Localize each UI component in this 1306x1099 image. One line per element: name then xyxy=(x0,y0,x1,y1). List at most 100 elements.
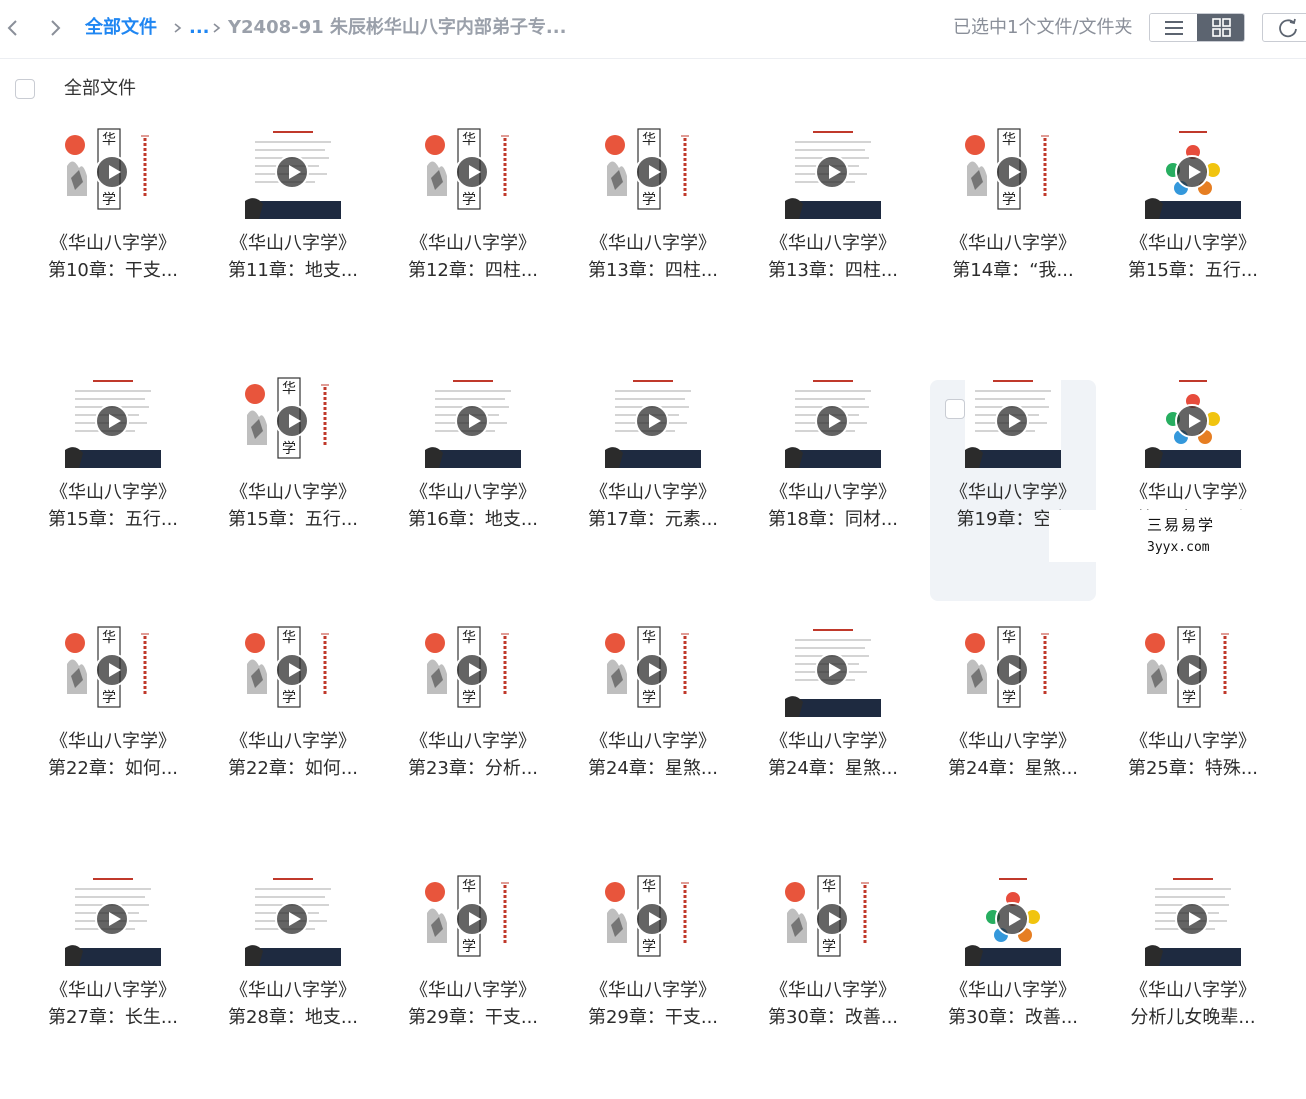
file-item[interactable]: 《华山八字学》 第19章：空亡 xyxy=(930,375,1096,601)
file-name-line2: 第22章：如何... xyxy=(47,758,179,779)
file-item[interactable]: 华学《华山八字学》 第14章：“我... xyxy=(930,126,1096,352)
file-name-line2: 第18章：同材... xyxy=(767,509,899,530)
file-name-line1: 《华山八字学》 xyxy=(770,731,896,752)
play-icon xyxy=(635,155,669,189)
file-item[interactable]: 华学《华山八字学》 第30章：改善... xyxy=(750,873,916,1099)
play-icon xyxy=(995,404,1029,438)
file-name-line1: 《华山八字学》 xyxy=(1130,482,1256,503)
refresh-button[interactable] xyxy=(1262,13,1306,42)
file-item[interactable]: 《华山八字学》 第15章：五行... xyxy=(30,375,196,601)
video-thumbnail: 华学 xyxy=(605,126,701,219)
file-name-line1: 《华山八字学》 xyxy=(230,731,356,752)
file-item[interactable]: 华学《华山八字学》 第24章：星煞... xyxy=(930,624,1096,850)
file-name-line1: 《华山八字学》 xyxy=(50,482,176,503)
file-name-line1: 《华山八字学》 xyxy=(50,731,176,752)
file-name-line2: 第15章：五行... xyxy=(227,509,359,530)
file-name-line2: 第24章：星煞... xyxy=(587,758,719,779)
play-icon xyxy=(95,155,129,189)
file-item[interactable]: 华学《华山八字学》 第12章：四柱... xyxy=(390,126,556,352)
file-name-line2: 第13章：四柱... xyxy=(767,260,899,281)
file-name-line1: 《华山八字学》 xyxy=(230,482,356,503)
video-thumbnail: 华学 xyxy=(245,624,341,717)
svg-text:学: 学 xyxy=(1182,690,1196,706)
video-thumbnail xyxy=(785,624,881,717)
file-name-line1: 《华山八字学》 xyxy=(410,233,536,254)
play-icon xyxy=(815,902,849,936)
svg-text:华: 华 xyxy=(642,132,656,148)
svg-text:华: 华 xyxy=(282,381,296,397)
video-thumbnail: 华学 xyxy=(65,126,161,219)
refresh-icon xyxy=(1279,18,1297,38)
file-name-line2: 第30章：改善... xyxy=(947,1007,1079,1028)
video-thumbnail xyxy=(245,873,341,966)
file-item[interactable]: 《华山八字学》 第27章：长生... xyxy=(30,873,196,1099)
file-item[interactable]: 《华山八字学》 第28章：地支... xyxy=(210,873,376,1099)
svg-text:学: 学 xyxy=(282,441,296,457)
file-name-line1: 《华山八字学》 xyxy=(230,233,356,254)
list-view-button[interactable] xyxy=(1150,14,1198,41)
file-item[interactable]: 《华山八字学》 第17章：元素... xyxy=(570,375,736,601)
file-name-line1: 《华山八字学》 xyxy=(590,731,716,752)
file-item[interactable]: 《华山八字学》 分析儿女晚辈... xyxy=(1110,873,1276,1099)
file-name-line1: 《华山八字学》 xyxy=(950,980,1076,1001)
file-item[interactable]: 华学《华山八字学》 第29章：干支... xyxy=(390,873,556,1099)
video-thumbnail xyxy=(1145,375,1241,468)
file-item[interactable]: 华学《华山八字学》 第15章：五行... xyxy=(210,375,376,601)
file-name-line2: 第16章：地支... xyxy=(407,509,539,530)
svg-text:华: 华 xyxy=(642,630,656,646)
play-icon xyxy=(995,155,1029,189)
file-item[interactable]: 华学《华山八字学》 第22章：如何... xyxy=(210,624,376,850)
svg-text:华: 华 xyxy=(282,630,296,646)
file-name-line1: 《华山八字学》 xyxy=(1130,233,1256,254)
file-item[interactable]: 华学《华山八字学》 第24章：星煞... xyxy=(570,624,736,850)
file-item[interactable]: 华学《华山八字学》 第25章：特殊... xyxy=(1110,624,1276,850)
file-item[interactable]: 《华山八字学》 第18章：同材... xyxy=(750,375,916,601)
file-item[interactable]: 《华山八字学》 第15章：五行... xyxy=(1110,126,1276,352)
play-icon xyxy=(95,404,129,438)
select-all-checkbox[interactable] xyxy=(15,79,35,99)
video-thumbnail xyxy=(1145,126,1241,219)
forward-button[interactable] xyxy=(45,16,65,40)
video-thumbnail xyxy=(785,375,881,468)
file-name-line1: 《华山八字学》 xyxy=(410,482,536,503)
file-item[interactable]: 《华山八字学》第20章：三合 xyxy=(1110,375,1276,601)
file-name-line1: 《华山八字学》 xyxy=(410,731,536,752)
play-icon xyxy=(1175,902,1209,936)
file-item[interactable]: 《华山八字学》 第13章：四柱... xyxy=(750,126,916,352)
file-name-line2: 分析儿女晚辈... xyxy=(1130,1007,1256,1028)
grid-view-button[interactable] xyxy=(1197,14,1244,41)
file-name-line2: 第15章：五行... xyxy=(1127,260,1259,281)
file-name-line1: 《华山八字学》 xyxy=(770,980,896,1001)
play-icon xyxy=(455,902,489,936)
file-name-line2: 第12章：四柱... xyxy=(407,260,539,281)
back-button[interactable] xyxy=(3,16,23,40)
svg-text:学: 学 xyxy=(462,690,476,706)
play-icon xyxy=(815,404,849,438)
breadcrumb-ellipsis[interactable]: ... xyxy=(189,16,210,40)
breadcrumb-root[interactable]: 全部文件 xyxy=(85,16,157,40)
breadcrumb-separator-icon xyxy=(211,16,223,47)
play-icon xyxy=(1175,404,1209,438)
svg-text:学: 学 xyxy=(642,192,656,208)
file-name-line1: 《华山八字学》 xyxy=(230,980,356,1001)
chevron-right-icon xyxy=(51,20,61,36)
file-item[interactable]: 华学《华山八字学》 第22章：如何... xyxy=(30,624,196,850)
file-name-line1: 《华山八字学》 xyxy=(1130,980,1256,1001)
file-item[interactable]: 华学《华山八字学》 第29章：干支... xyxy=(570,873,736,1099)
file-select-checkbox[interactable] xyxy=(945,399,965,419)
file-item[interactable]: 《华山八字学》 第24章：星煞... xyxy=(750,624,916,850)
file-item[interactable]: 华学《华山八字学》 第13章：四柱... xyxy=(570,126,736,352)
video-thumbnail: 华学 xyxy=(965,126,1061,219)
video-thumbnail: 华学 xyxy=(425,624,521,717)
video-thumbnail xyxy=(785,126,881,219)
file-item[interactable]: 《华山八字学》 第11章：地支... xyxy=(210,126,376,352)
file-item[interactable]: 华学《华山八字学》 第10章：干支... xyxy=(30,126,196,352)
video-thumbnail: 华学 xyxy=(425,873,521,966)
file-name-line1: 《华山八字学》 xyxy=(770,233,896,254)
play-icon xyxy=(275,155,309,189)
file-item[interactable]: 华学《华山八字学》 第23章：分析... xyxy=(390,624,556,850)
play-icon xyxy=(455,404,489,438)
file-item[interactable]: 《华山八字学》 第16章：地支... xyxy=(390,375,556,601)
file-item[interactable]: 《华山八字学》 第30章：改善... xyxy=(930,873,1096,1099)
svg-text:华: 华 xyxy=(102,630,116,646)
